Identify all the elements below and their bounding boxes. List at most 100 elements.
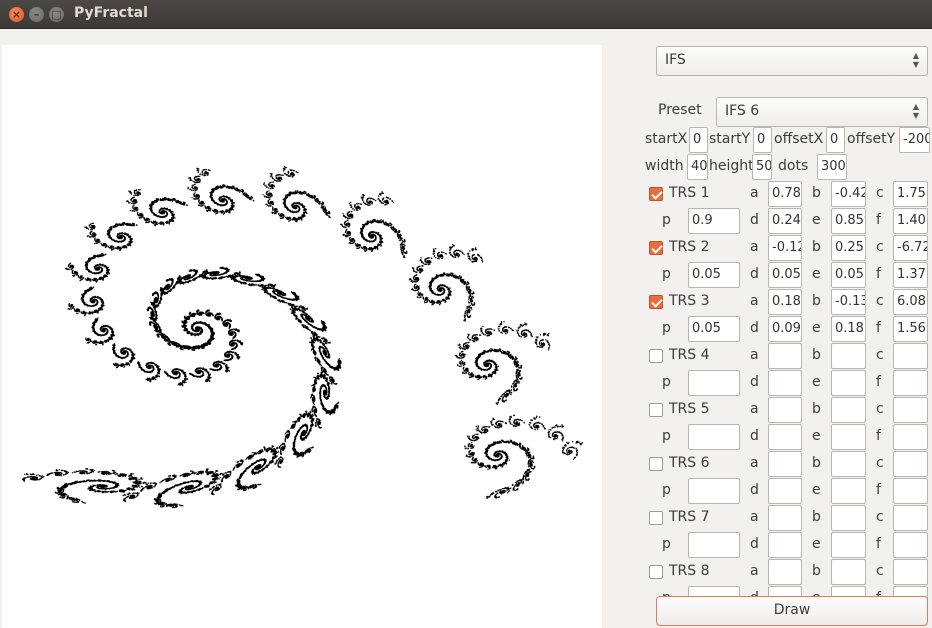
trs6-b-field[interactable]	[831, 451, 866, 477]
trs5-f-field[interactable]	[893, 424, 928, 450]
preset-select[interactable]: IFS 6 ▲ ▼	[716, 97, 928, 127]
coef-c-label: c	[876, 185, 884, 201]
trs2-p-field[interactable]: 0.05	[688, 262, 740, 288]
trs1-checkbox[interactable]	[649, 187, 663, 201]
trs6-label: TRS 6	[669, 455, 710, 471]
trs3-d-field[interactable]: 0.09	[768, 316, 802, 342]
trs2-c-field[interactable]: -6.721	[893, 235, 928, 261]
coef-f-label: f	[876, 482, 881, 498]
trs1-d-field[interactable]: 0.242	[768, 208, 802, 234]
trs5-e-field[interactable]	[831, 424, 866, 450]
trs8-c-field[interactable]	[893, 559, 928, 585]
trs1-f-field[interactable]: 1.408	[893, 208, 928, 234]
trs5-b-field[interactable]	[831, 397, 866, 423]
trs3-a-field[interactable]: 0.181	[768, 289, 802, 315]
mode-select[interactable]: IFS ▲ ▼	[656, 46, 928, 76]
trs6-f-field[interactable]	[893, 478, 928, 504]
trs6-e-field[interactable]	[831, 478, 866, 504]
trs1-b-field[interactable]: -0.424	[831, 181, 866, 207]
trs2-checkbox[interactable]	[649, 241, 663, 255]
trs5-c-field[interactable]	[893, 397, 928, 423]
trs6-a-field[interactable]	[768, 451, 802, 477]
trs7-p-field[interactable]	[688, 532, 740, 558]
trs1-a-field[interactable]: 0.787	[768, 181, 802, 207]
coef-e-label: e	[812, 266, 821, 282]
trs4-checkbox[interactable]	[649, 349, 663, 363]
trs2-a-field[interactable]: -0.121	[768, 235, 802, 261]
trs3-checkbox[interactable]	[649, 295, 663, 309]
trs7-e-field[interactable]	[831, 532, 866, 558]
trs5-checkbox[interactable]	[649, 403, 663, 417]
trs7-d-field[interactable]	[768, 532, 802, 558]
height-label: height	[709, 158, 754, 174]
fractal-canvas[interactable]	[2, 45, 602, 628]
coef-f-label: f	[876, 374, 881, 390]
coef-d-label: d	[750, 482, 759, 498]
trs3-b-field[interactable]: -0.136	[831, 289, 866, 315]
trs5-a-field[interactable]	[768, 397, 802, 423]
starty-field[interactable]: 0	[753, 127, 772, 153]
offsetx-label: offsetX	[774, 131, 823, 147]
coef-b-label: b	[812, 185, 821, 201]
trs6-checkbox[interactable]	[649, 457, 663, 471]
coef-d-label: d	[750, 374, 759, 390]
coef-c-label: c	[876, 509, 884, 525]
trs1-c-field[interactable]: 1.758	[893, 181, 928, 207]
coef-c-label: c	[876, 293, 884, 309]
trs8-a-field[interactable]	[768, 559, 802, 585]
trs3-f-field[interactable]: 1.568	[893, 316, 928, 342]
coef-p-label: p	[662, 428, 671, 444]
trs1-e-field[interactable]: 0.859	[831, 208, 866, 234]
width-field[interactable]: 400	[687, 154, 708, 180]
offsetx-field[interactable]: 0	[826, 127, 845, 153]
trs2-e-field[interactable]: 0.053	[831, 262, 866, 288]
trs2-b-field[interactable]: 0.257	[831, 235, 866, 261]
trs8-b-field[interactable]	[831, 559, 866, 585]
maximize-window-button[interactable]: □	[49, 7, 64, 22]
minimize-window-button[interactable]: –	[29, 7, 44, 22]
trs4-e-field[interactable]	[831, 370, 866, 396]
coef-e-label: e	[812, 536, 821, 552]
trs1-p-field[interactable]: 0.9	[688, 208, 740, 234]
trs7-c-field[interactable]	[893, 505, 928, 531]
offsety-field[interactable]: -200	[899, 127, 930, 153]
coef-p-label: p	[662, 320, 671, 336]
close-window-button[interactable]: ×	[9, 7, 24, 22]
trs4-b-field[interactable]	[831, 343, 866, 369]
coef-f-label: f	[876, 212, 881, 228]
trs4-d-field[interactable]	[768, 370, 802, 396]
trs7-a-field[interactable]	[768, 505, 802, 531]
trs6-p-field[interactable]	[688, 478, 740, 504]
title-bar: × – □ PyFractal	[0, 0, 932, 29]
trs6-d-field[interactable]	[768, 478, 802, 504]
trs4-p-field[interactable]	[688, 370, 740, 396]
trs3-e-field[interactable]: 0.18	[831, 316, 866, 342]
trs7-f-field[interactable]	[893, 532, 928, 558]
trs2-d-field[interactable]: 0.05	[768, 262, 802, 288]
trs2-f-field[interactable]: 1.377	[893, 262, 928, 288]
coef-c-label: c	[876, 239, 884, 255]
trs5-d-field[interactable]	[768, 424, 802, 450]
trs4-f-field[interactable]	[893, 370, 928, 396]
dots-field[interactable]: 300	[817, 154, 847, 180]
coef-d-label: d	[750, 320, 759, 336]
trs3-c-field[interactable]: 6.086	[893, 289, 928, 315]
trs4-c-field[interactable]	[893, 343, 928, 369]
draw-button[interactable]: Draw	[656, 596, 928, 626]
trs7-checkbox[interactable]	[649, 511, 663, 525]
startx-field[interactable]: 0	[689, 127, 708, 153]
starty-label: startY	[709, 131, 750, 147]
trs5-p-field[interactable]	[688, 424, 740, 450]
trs6-c-field[interactable]	[893, 451, 928, 477]
coef-e-label: e	[812, 212, 821, 228]
trs3-p-field[interactable]: 0.05	[688, 316, 740, 342]
coef-p-label: p	[662, 266, 671, 282]
trs8-checkbox[interactable]	[649, 565, 663, 579]
coef-b-label: b	[812, 239, 821, 255]
trs4-a-field[interactable]	[768, 343, 802, 369]
height-field[interactable]: 500	[752, 154, 772, 180]
trs7-b-field[interactable]	[831, 505, 866, 531]
coef-b-label: b	[812, 563, 821, 579]
coef-d-label: d	[750, 266, 759, 282]
coef-a-label: a	[750, 185, 759, 201]
